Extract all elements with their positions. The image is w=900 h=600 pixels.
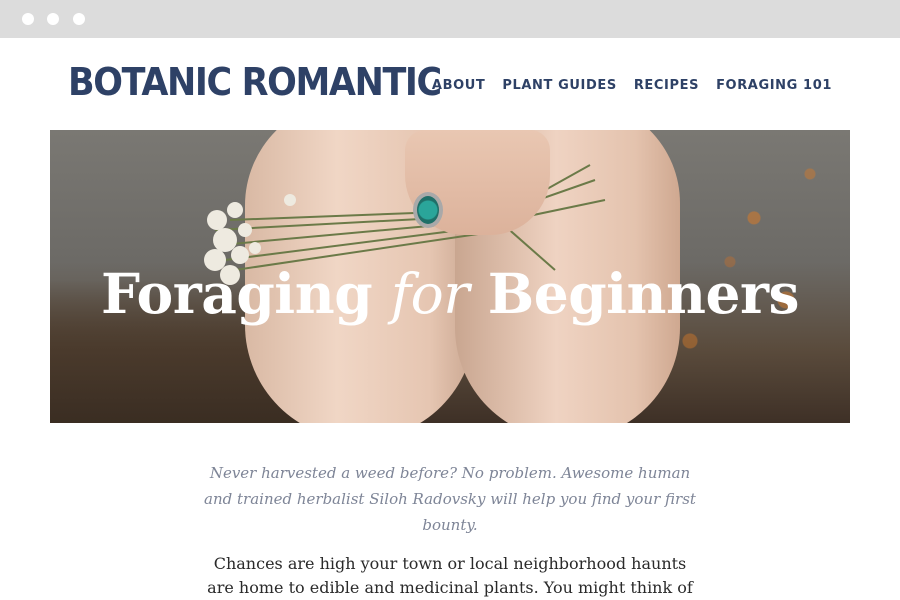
nav-item-about[interactable]: ABOUT (432, 78, 485, 93)
browser-title-bar (0, 0, 900, 38)
window-close-dot[interactable] (22, 13, 34, 25)
article-body-paragraph: Chances are high your town or local neig… (207, 554, 693, 597)
article-intro: Never harvested a weed before? No proble… (204, 464, 696, 534)
window-maximize-dot[interactable] (73, 13, 85, 25)
hero-banner: Foraging for Beginners (50, 130, 850, 423)
nav-item-foraging-101[interactable]: FORAGING 101 (716, 78, 832, 93)
hero-title: Foraging for Beginners (101, 261, 799, 327)
site-header: BOTANIC ROMANTIC ABOUT PLANT GUIDES RECI… (0, 38, 900, 130)
hero-photo-turquoise-ring (413, 192, 443, 228)
main-nav: ABOUT PLANT GUIDES RECIPES FORAGING 101 (432, 78, 832, 93)
nav-item-recipes[interactable]: RECIPES (634, 78, 699, 93)
nav-item-plant-guides[interactable]: PLANT GUIDES (502, 78, 616, 93)
site-logo[interactable]: BOTANIC ROMANTIC (68, 60, 442, 104)
window-minimize-dot[interactable] (47, 13, 59, 25)
